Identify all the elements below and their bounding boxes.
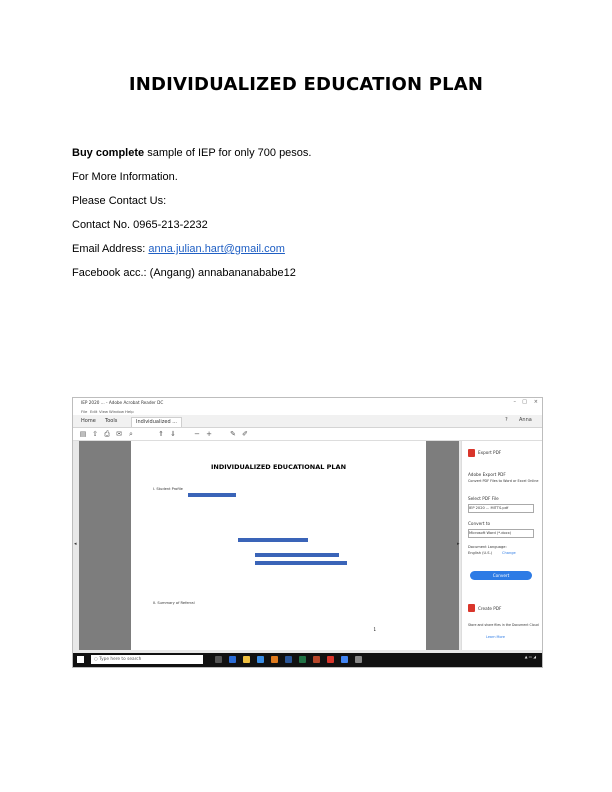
menu-help[interactable]: Help xyxy=(125,409,134,414)
pdf-page-number: 1 xyxy=(373,627,376,632)
acrobat-icon[interactable] xyxy=(327,656,334,663)
language-label: Document Language: xyxy=(468,545,507,549)
menu-file[interactable]: File xyxy=(81,409,87,414)
document-title: INDIVIDUALIZED EDUCATION PLAN xyxy=(128,74,484,95)
word-icon[interactable] xyxy=(285,656,292,663)
selected-file-field[interactable]: IEP 2020 ... MITTS.pdf xyxy=(468,504,534,513)
chrome-icon[interactable] xyxy=(341,656,348,663)
prev-page-icon[interactable]: ⇑ xyxy=(157,430,165,438)
search-placeholder: Type here to search xyxy=(99,657,142,662)
offer-rest: sample of IEP for only 700 pesos. xyxy=(144,147,312,159)
product-name: Adobe Export PDF xyxy=(468,472,506,477)
create-pdf-icon xyxy=(468,604,475,612)
language-value: English (U.S.) xyxy=(468,551,493,555)
menu-view[interactable]: View xyxy=(99,409,108,414)
document-viewer[interactable]: ◂ INDIVIDUALIZED EDUCATIONAL PLAN I. Stu… xyxy=(74,441,460,650)
task-view-icon[interactable] xyxy=(215,656,222,663)
change-language-link[interactable]: Change xyxy=(502,551,516,555)
learn-more-link[interactable]: Learn More xyxy=(486,635,505,639)
tab-home[interactable]: Home xyxy=(77,417,100,426)
window-title: IEP 2020 ... - Adobe Acrobat Reader DC xyxy=(81,400,164,405)
tab-document[interactable]: Individualized ... xyxy=(131,417,182,427)
pdf-page: INDIVIDUALIZED EDUCATIONAL PLAN I. Stude… xyxy=(131,441,426,650)
highlight-bar xyxy=(238,538,308,542)
offer-line: Buy complete sample of IEP for only 700 … xyxy=(72,147,311,159)
cloud-footer-text: Store and share files in the Document Cl… xyxy=(468,623,539,627)
tab-bar: Home Tools Individualized ... ? Anna xyxy=(73,415,542,428)
file-explorer-icon[interactable] xyxy=(243,656,250,663)
store-icon[interactable] xyxy=(257,656,264,663)
facebook-line: Facebook acc.: (Angang) annabananababe12 xyxy=(72,267,296,279)
search-icon[interactable]: ⌕ xyxy=(127,430,135,438)
export-pdf-title[interactable]: Export PDF xyxy=(478,450,501,455)
windows-start-icon[interactable] xyxy=(77,656,84,663)
contact-heading: Please Contact Us: xyxy=(72,195,167,207)
tab-tools[interactable]: Tools xyxy=(101,417,121,426)
create-pdf-tool[interactable]: Create PDF xyxy=(478,606,501,611)
powerpoint-icon[interactable] xyxy=(313,656,320,663)
search-icon: ○ xyxy=(94,657,98,662)
product-description: Convert PDF Files to Word or Excel Onlin… xyxy=(468,479,539,483)
info-line: For More Information. xyxy=(72,171,178,183)
account-name[interactable]: Anna xyxy=(519,417,532,423)
zoom-out-icon[interactable]: − xyxy=(193,430,201,438)
contact-number: Contact No. 0965-213-2232 xyxy=(72,219,208,231)
excel-icon[interactable] xyxy=(299,656,306,663)
close-icon[interactable]: × xyxy=(534,399,538,405)
collapse-right-icon[interactable]: ▸ xyxy=(457,541,460,547)
highlight-bar xyxy=(255,553,339,557)
sign-icon[interactable]: ✐ xyxy=(241,430,249,438)
highlight-bar xyxy=(255,561,347,565)
highlight-bar xyxy=(188,493,236,497)
minimize-icon[interactable]: – xyxy=(514,399,517,405)
windows-taskbar: ○ Type here to search ▲ ▭ ◢ xyxy=(73,653,542,667)
tools-pane: Export PDF Adobe Export PDF Convert PDF … xyxy=(461,441,542,650)
zoom-in-icon[interactable]: + xyxy=(205,430,213,438)
pdf-section-profile: I. Student Profile xyxy=(153,487,183,491)
vlc-icon[interactable] xyxy=(271,656,278,663)
menu-bar: File Edit View Window Help xyxy=(73,408,542,415)
email-line: Email Address: anna.julian.hart@gmail.co… xyxy=(72,243,285,255)
pdf-icon xyxy=(468,449,475,457)
convert-button[interactable]: Convert xyxy=(470,571,532,580)
toolbar: ▤ ⇧ ⎙ ✉ ⌕ ⇑ ⇓ − + ✎ ✐ xyxy=(73,428,542,441)
taskbar-search-input[interactable]: ○ Type here to search xyxy=(91,655,203,664)
convert-to-label: Convert to xyxy=(468,521,491,526)
pdf-section-referral: II. Summary of Referral xyxy=(153,601,195,605)
next-page-icon[interactable]: ⇓ xyxy=(169,430,177,438)
mail-icon[interactable]: ✉ xyxy=(115,430,123,438)
offer-bold: Buy complete xyxy=(72,147,145,159)
email-label: Email Address: xyxy=(72,243,149,255)
app-icon[interactable] xyxy=(355,656,362,663)
embedded-screenshot: IEP 2020 ... - Adobe Acrobat Reader DC –… xyxy=(72,397,543,668)
menu-edit[interactable]: Edit xyxy=(90,409,97,414)
select-file-label: Select PDF File xyxy=(468,496,499,501)
system-clock: ▲ ▭ ◢ xyxy=(524,655,536,659)
collapse-left-icon[interactable]: ◂ xyxy=(74,541,77,547)
email-link[interactable]: anna.julian.hart@gmail.com xyxy=(148,243,285,255)
help-icon[interactable]: ? xyxy=(505,417,508,423)
print-icon[interactable]: ⎙ xyxy=(103,430,111,438)
pdf-page-title: INDIVIDUALIZED EDUCATIONAL PLAN xyxy=(210,463,347,471)
maximize-icon[interactable]: □ xyxy=(522,399,527,405)
menu-window[interactable]: Window xyxy=(109,409,124,414)
save-icon[interactable]: ▤ xyxy=(79,430,87,438)
comment-icon[interactable]: ✎ xyxy=(229,430,237,438)
format-select[interactable]: Microsoft Word (*.docx) xyxy=(468,529,534,538)
upload-icon[interactable]: ⇧ xyxy=(91,430,99,438)
edge-icon[interactable] xyxy=(229,656,236,663)
